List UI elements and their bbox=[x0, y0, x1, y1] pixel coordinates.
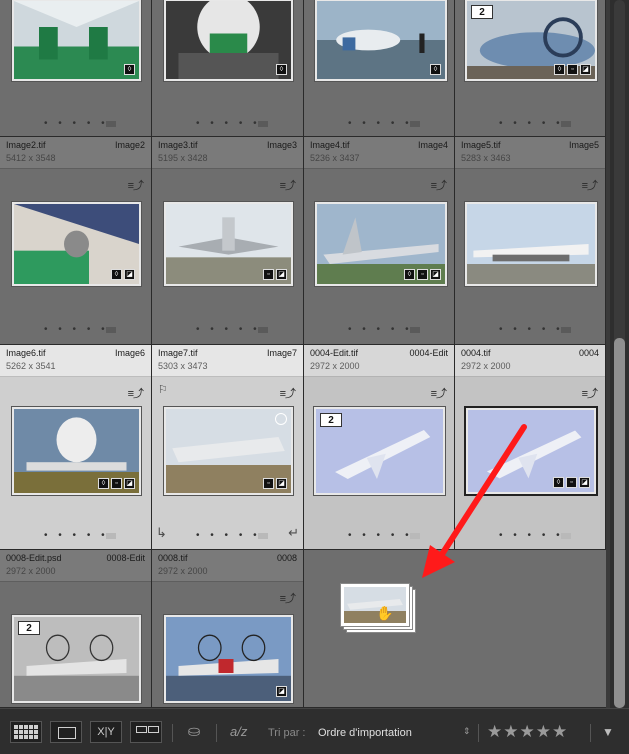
toolbar-menu-arrow-icon[interactable]: ▼ bbox=[598, 723, 618, 741]
vertical-scrollbar[interactable] bbox=[610, 0, 629, 708]
thumbnail-grid: ◊ • • • • • ◊ • • • • • ◊ • • • • • 2 ◊ ▫… bbox=[0, 0, 610, 708]
sort-select[interactable]: Ordre d'importation bbox=[318, 727, 412, 739]
sort-direction-icon[interactable]: a/z bbox=[230, 721, 258, 743]
sort-label: Tri par : bbox=[268, 727, 306, 739]
loupe-view-icon[interactable] bbox=[50, 721, 82, 743]
sort-select-arrow-icon[interactable]: ⇕ bbox=[463, 726, 471, 737]
divider bbox=[216, 724, 217, 742]
compare-view-icon[interactable]: X|Y bbox=[90, 721, 122, 743]
rating-stars[interactable]: ★★★★★ bbox=[487, 722, 568, 742]
bottom-toolbar: X|Y ⛀ a/z Tri par : Ordre d'importation … bbox=[0, 708, 629, 754]
grid-view-icon[interactable] bbox=[10, 721, 42, 743]
divider bbox=[172, 724, 173, 742]
scrollbar-thumb[interactable] bbox=[614, 338, 625, 708]
survey-view-icon[interactable] bbox=[130, 721, 162, 743]
spray-can-icon[interactable]: ⛀ bbox=[185, 721, 203, 743]
divider bbox=[478, 724, 479, 742]
divider bbox=[590, 724, 591, 742]
annotation-arrow bbox=[422, 424, 527, 578]
